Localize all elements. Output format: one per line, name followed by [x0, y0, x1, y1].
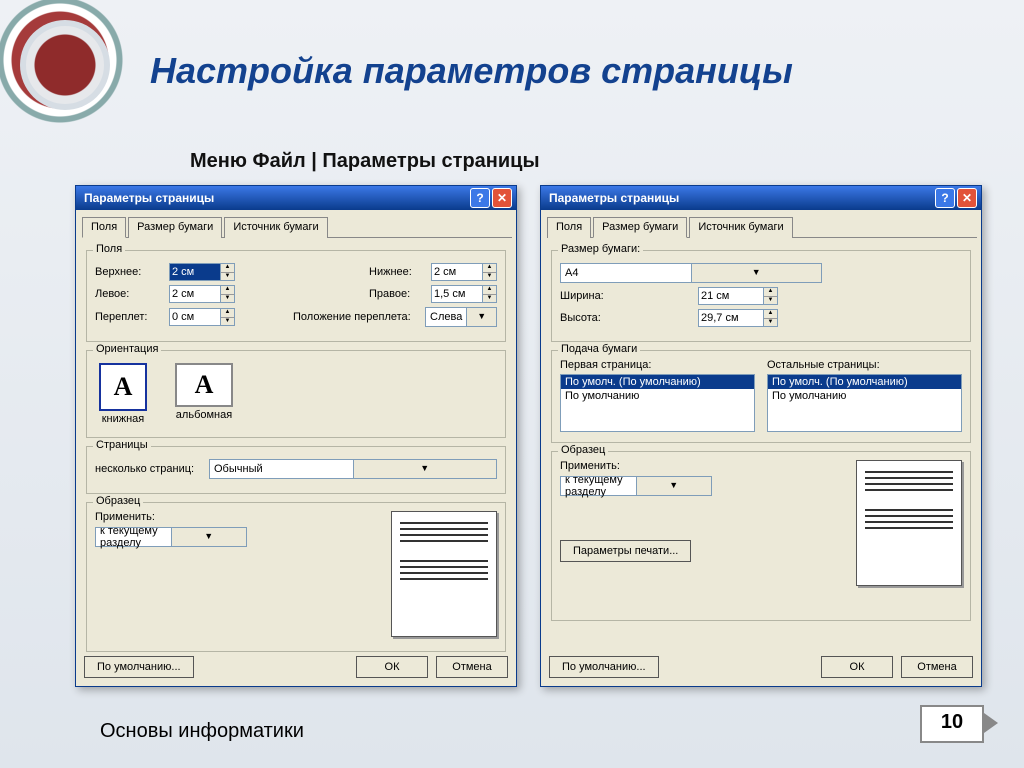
orientation-legend: Ориентация [93, 343, 161, 355]
titlebar[interactable]: Параметры страницы ? ✕ [541, 186, 981, 210]
default-button[interactable]: По умолчанию... [84, 656, 194, 678]
tab-paper-size[interactable]: Размер бумаги [593, 217, 687, 238]
default-button[interactable]: По умолчанию... [549, 656, 659, 678]
gutter-label: Переплет: [95, 311, 165, 323]
bottom-margin-spinner[interactable]: ▲▼ [431, 263, 497, 281]
margins-legend: Поля [93, 243, 125, 255]
cancel-button[interactable]: Отмена [436, 656, 508, 678]
sample-legend: Образец [558, 444, 608, 456]
list-item[interactable]: По умолчанию [768, 389, 961, 403]
orientation-portrait[interactable]: A книжная [99, 363, 147, 425]
height-label: Высота: [560, 312, 640, 324]
ok-button[interactable]: ОК [356, 656, 428, 678]
group-margins: Поля Верхнее: ▲▼ Нижнее: ▲▼ Левое: ▲▼ [86, 250, 506, 342]
apply-combo[interactable]: к текущему разделу▼ [560, 476, 712, 496]
left-margin-spinner[interactable]: ▲▼ [169, 285, 235, 303]
dialog-title: Параметры страницы [549, 191, 679, 205]
group-pages: Страницы несколько страниц: Обычный▼ [86, 446, 506, 494]
other-pages-list[interactable]: По умолч. (По умолчанию) По умолчанию [767, 374, 962, 432]
tabstrip: Поля Размер бумаги Источник бумаги [547, 216, 977, 238]
page-setup-dialog-paper: Параметры страницы ? ✕ Поля Размер бумаг… [540, 185, 982, 687]
list-item[interactable]: По умолч. (По умолчанию) [768, 375, 961, 389]
width-spinner[interactable]: ▲▼ [698, 287, 778, 305]
page-preview [856, 460, 962, 586]
width-label: Ширина: [560, 290, 640, 302]
group-orientation: Ориентация A книжная A альбомная [86, 350, 506, 438]
slide-footer: Основы информатики [100, 720, 304, 743]
paper-size-combo[interactable]: A4▼ [560, 263, 822, 283]
tab-paper-size[interactable]: Размер бумаги [128, 217, 222, 238]
tab-margins[interactable]: Поля [82, 217, 126, 238]
first-page-list[interactable]: По умолч. (По умолчанию) По умолчанию [560, 374, 755, 432]
print-options-button[interactable]: Параметры печати... [560, 540, 691, 562]
group-sample: Образец Применить: к текущему разделу▼ П… [551, 451, 971, 621]
list-item[interactable]: По умолчанию [561, 389, 754, 403]
right-margin-spinner[interactable]: ▲▼ [431, 285, 497, 303]
gutter-spinner[interactable]: ▲▼ [169, 308, 235, 326]
group-paper-source: Подача бумаги Первая страница: По умолч.… [551, 350, 971, 443]
sample-legend: Образец [93, 495, 143, 507]
other-pages-label: Остальные страницы: [767, 359, 962, 371]
tab-paper-source[interactable]: Источник бумаги [689, 217, 792, 238]
help-icon[interactable]: ? [470, 188, 490, 208]
portrait-icon: A [99, 363, 147, 411]
slide-logo [20, 20, 110, 110]
close-icon[interactable]: ✕ [957, 188, 977, 208]
apply-label: Применить: [95, 511, 381, 523]
top-margin-label: Верхнее: [95, 266, 165, 278]
bottom-margin-label: Нижнее: [369, 266, 427, 278]
first-page-label: Первая страница: [560, 359, 755, 371]
paper-legend: Размер бумаги: [558, 243, 643, 255]
dialog-title: Параметры страницы [84, 191, 214, 205]
group-paper-size: Размер бумаги: A4▼ Ширина: ▲▼ Высота: [551, 250, 971, 342]
close-icon[interactable]: ✕ [492, 188, 512, 208]
left-margin-label: Левое: [95, 288, 165, 300]
multi-pages-label: несколько страниц: [95, 463, 205, 475]
slide-subtitle: Меню Файл | Параметры страницы [190, 150, 540, 173]
height-spinner[interactable]: ▲▼ [698, 309, 778, 327]
right-margin-label: Правое: [369, 288, 427, 300]
slide-title: Настройка параметров страницы [150, 50, 994, 92]
list-item[interactable]: По умолч. (По умолчанию) [561, 375, 754, 389]
landscape-icon: A [175, 363, 233, 407]
page-setup-dialog-margins: Параметры страницы ? ✕ Поля Размер бумаг… [75, 185, 517, 687]
source-legend: Подача бумаги [558, 343, 640, 355]
tab-paper-source[interactable]: Источник бумаги [224, 217, 327, 238]
apply-combo[interactable]: к текущему разделу▼ [95, 527, 247, 547]
help-icon[interactable]: ? [935, 188, 955, 208]
cancel-button[interactable]: Отмена [901, 656, 973, 678]
multi-pages-combo[interactable]: Обычный▼ [209, 459, 497, 479]
gutter-pos-combo[interactable]: Слева▼ [425, 307, 497, 327]
ok-button[interactable]: ОК [821, 656, 893, 678]
gutter-pos-label: Положение переплета: [293, 311, 421, 323]
page-number-badge: 10 [920, 705, 984, 743]
page-preview [391, 511, 497, 637]
tabstrip: Поля Размер бумаги Источник бумаги [82, 216, 512, 238]
titlebar[interactable]: Параметры страницы ? ✕ [76, 186, 516, 210]
group-sample: Образец Применить: к текущему разделу▼ [86, 502, 506, 652]
tab-margins[interactable]: Поля [547, 217, 591, 238]
top-margin-spinner[interactable]: ▲▼ [169, 263, 235, 281]
apply-label: Применить: [560, 460, 846, 472]
orientation-landscape[interactable]: A альбомная [175, 363, 233, 425]
pages-legend: Страницы [93, 439, 151, 451]
